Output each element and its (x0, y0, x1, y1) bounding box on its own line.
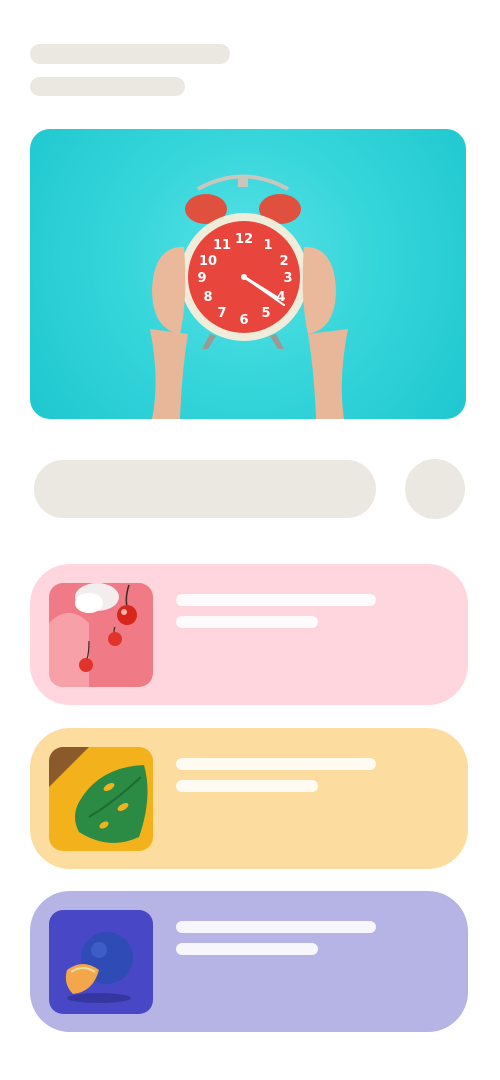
card-3-thumbnail (49, 910, 153, 1014)
card-3-title-placeholder (176, 921, 376, 933)
card-1-title-placeholder (176, 594, 376, 606)
svg-text:11: 11 (213, 238, 231, 253)
card-1-subtitle-placeholder (176, 616, 318, 628)
action-circle-button[interactable] (405, 459, 465, 519)
header-subtitle-placeholder (30, 77, 185, 96)
list-card-3[interactable] (30, 891, 468, 1032)
monstera-leaf-image (49, 747, 153, 851)
svg-text:12: 12 (235, 232, 253, 247)
svg-text:5: 5 (261, 306, 270, 321)
card-1-thumbnail (49, 583, 153, 687)
svg-text:3: 3 (283, 271, 292, 286)
header-title-placeholder (30, 44, 230, 64)
alarm-clock-image: 12 1 2 3 4 5 6 7 8 9 10 11 (150, 174, 348, 419)
svg-text:2: 2 (279, 254, 288, 269)
list-card-2[interactable] (30, 728, 468, 869)
melon-slice-image (49, 910, 153, 1014)
svg-text:9: 9 (197, 271, 206, 286)
svg-text:8: 8 (203, 290, 212, 305)
hero-image-card[interactable]: 12 1 2 3 4 5 6 7 8 9 10 11 (30, 129, 466, 419)
list-card-1[interactable] (30, 564, 468, 705)
svg-text:1: 1 (263, 238, 272, 253)
svg-text:7: 7 (217, 306, 226, 321)
card-2-thumbnail (49, 747, 153, 851)
cherries-image (49, 583, 153, 687)
card-2-title-placeholder (176, 758, 376, 770)
svg-text:6: 6 (239, 313, 248, 328)
card-3-subtitle-placeholder (176, 943, 318, 955)
search-input-placeholder[interactable] (34, 460, 376, 518)
svg-text:10: 10 (199, 254, 217, 269)
card-2-subtitle-placeholder (176, 780, 318, 792)
